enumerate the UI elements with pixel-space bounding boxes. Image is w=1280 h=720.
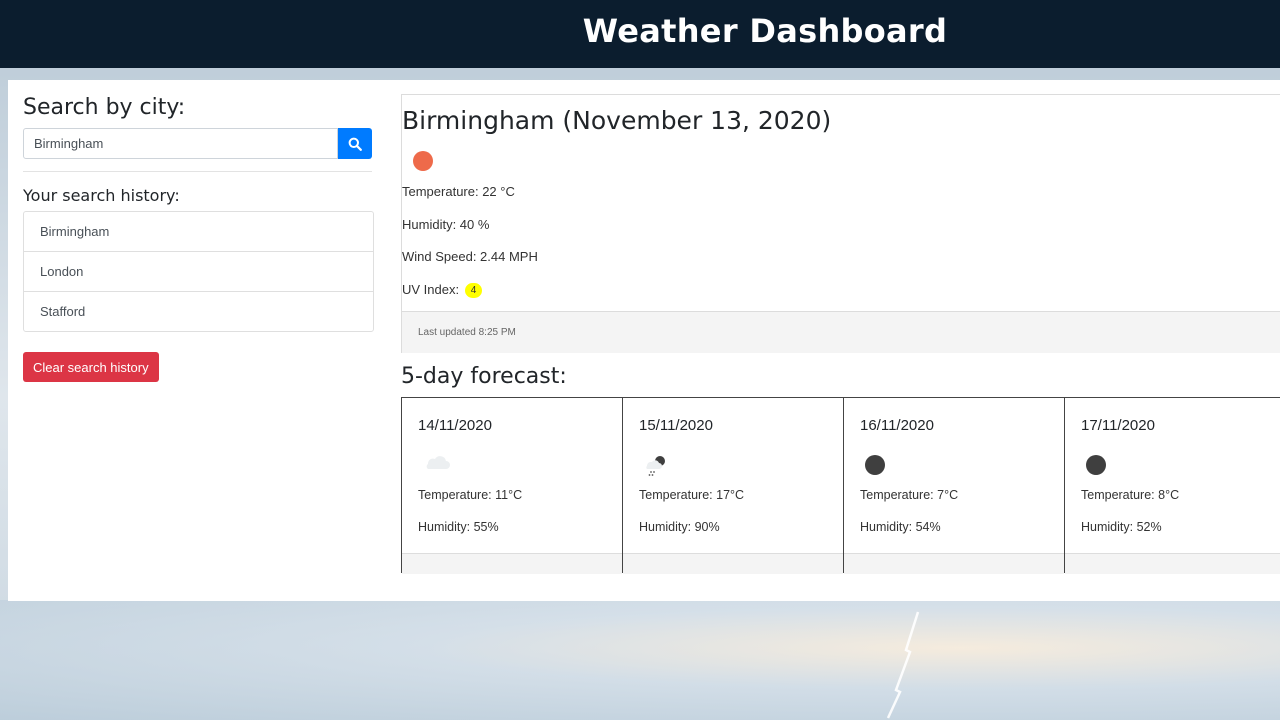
forecast-humidity: Humidity: 55% (418, 520, 499, 534)
current-card-footer: Last updated 8:25 PM (402, 311, 1280, 353)
forecast-date: 15/11/2020 (639, 417, 713, 434)
page-title: Weather Dashboard (582, 12, 948, 50)
history-item-stafford[interactable]: Stafford (24, 292, 373, 331)
forecast-card: 14/11/2020 Temperature: 11°C Humidity: 5… (402, 398, 623, 574)
sun-icon (413, 151, 433, 171)
city-search-input[interactable] (23, 128, 338, 159)
last-updated-text: Last updated 8:25 PM (418, 327, 516, 338)
forecast-card-footer (844, 553, 1064, 574)
forecast-card-footer (1065, 553, 1280, 574)
search-heading: Search by city: (23, 95, 186, 120)
forecast-temperature: Temperature: 17°C (639, 488, 745, 502)
forecast-humidity: Humidity: 54% (860, 520, 941, 534)
forecast-temperature: Temperature: 11°C (418, 488, 523, 502)
forecast-card-footer (402, 553, 622, 574)
search-form (23, 128, 372, 159)
main-panel: Search by city: Your search history: Bir… (8, 80, 1280, 601)
forecast-card: 15/11/2020 Temperature: 17°C Humidity: 9… (623, 398, 844, 574)
current-wind-speed: Wind Speed: 2.44 MPH (402, 249, 538, 264)
forecast-date: 14/11/2020 (418, 417, 492, 434)
divider (23, 171, 372, 172)
forecast-humidity: Humidity: 90% (639, 520, 720, 534)
forecast-date: 16/11/2020 (860, 417, 934, 434)
current-uv-index: UV Index: 4 (402, 282, 483, 298)
forecast-humidity: Humidity: 52% (1081, 520, 1162, 534)
search-icon (348, 137, 362, 151)
history-item-london[interactable]: London (24, 252, 373, 292)
clear-history-button[interactable]: Clear search history (23, 352, 159, 382)
search-history-list: Birmingham London Stafford (23, 211, 374, 332)
forecast-temperature: Temperature: 7°C (860, 488, 959, 502)
lightning-background-icon (886, 611, 920, 719)
forecast-temperature: Temperature: 8°C (1081, 488, 1180, 502)
search-history-heading: Your search history: (23, 186, 180, 205)
forecast-card: 17/11/2020 Temperature: 8°C Humidity: 52… (1065, 398, 1280, 574)
forecast-card: 16/11/2020 Temperature: 7°C Humidity: 54… (844, 398, 1065, 574)
night-rain-icon (646, 456, 665, 476)
forecast-card-footer (623, 553, 843, 574)
current-temperature: Temperature: 22 °C (402, 184, 515, 199)
uv-index-label: UV Index: (402, 282, 460, 297)
forecast-cards: 14/11/2020 Temperature: 11°C Humidity: 5… (401, 397, 1280, 574)
forecast-date: 17/11/2020 (1081, 417, 1155, 434)
history-item-birmingham[interactable]: Birmingham (24, 212, 373, 252)
moon-icon (1086, 455, 1106, 475)
app-header: Weather Dashboard (0, 0, 1280, 68)
uv-index-badge: 4 (464, 283, 483, 298)
forecast-heading: 5-day forecast: (401, 364, 567, 389)
current-weather-card: Birmingham (November 13, 2020) Temperatu… (401, 94, 1280, 353)
current-humidity: Humidity: 40 % (402, 217, 490, 232)
cloud-icon (426, 456, 450, 469)
search-button[interactable] (338, 128, 372, 159)
current-city-title: Birmingham (November 13, 2020) (402, 106, 832, 135)
moon-icon (865, 455, 885, 475)
background-image (0, 600, 1280, 720)
